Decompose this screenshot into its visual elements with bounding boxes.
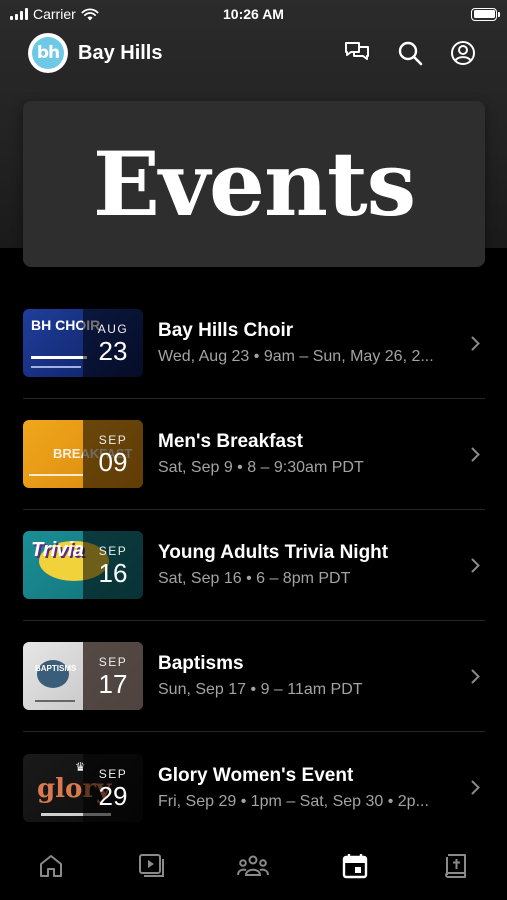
carrier-label: Carrier: [33, 6, 76, 22]
signal-icon: [10, 8, 28, 20]
wifi-icon: [81, 8, 99, 20]
date-overlay: SEP 29: [83, 753, 143, 822]
tab-bar: [0, 842, 507, 900]
groups-tab[interactable]: [233, 846, 273, 886]
event-thumbnail: glory ♛ SEP 29: [23, 753, 143, 822]
thumbnail-caption: [29, 474, 83, 476]
thumbnail-caption: [31, 366, 81, 368]
event-title: Men's Breakfast: [158, 431, 303, 452]
event-month: AUG: [97, 322, 129, 336]
event-thumbnail: BAPTISMS SEP 17: [23, 642, 143, 710]
event-month: SEP: [98, 433, 128, 447]
banner-title: Events: [92, 132, 416, 236]
event-list: BH CHOIR AUG 23 Bay Hills Choir Wed, Aug…: [23, 288, 485, 843]
chevron-right-icon: [465, 780, 485, 795]
event-month: SEP: [98, 766, 128, 781]
bible-icon: [445, 854, 467, 878]
event-text: Glory Women's Event Fri, Sep 29 • 1pm – …: [158, 765, 457, 811]
chevron-right-icon: [465, 558, 485, 573]
chat-icon[interactable]: [341, 37, 373, 69]
logo-text: bh: [32, 37, 64, 69]
chevron-right-icon: [465, 669, 485, 684]
home-icon: [39, 855, 62, 877]
event-text: Men's Breakfast Sat, Sep 9 • 8 – 9:30am …: [158, 431, 457, 477]
media-tab[interactable]: [132, 846, 172, 886]
event-row[interactable]: glory ♛ SEP 29 Glory Women's Event Fri, …: [23, 732, 485, 843]
home-tab[interactable]: [31, 846, 71, 886]
event-title: Bay Hills Choir: [158, 320, 294, 341]
thumbnail-caption: [35, 700, 75, 702]
event-thumbnail: Trivia SEP 16: [23, 531, 143, 599]
event-text: Young Adults Trivia Night Sat, Sep 16 • …: [158, 542, 457, 588]
events-tab[interactable]: [335, 846, 375, 886]
event-title: Glory Women's Event: [158, 764, 354, 786]
event-day: 09: [98, 447, 128, 477]
event-day: 29: [98, 780, 128, 811]
chevron-right-icon: [465, 336, 485, 351]
event-datetime: Sat, Sep 9 • 8 – 9:30am PDT: [158, 459, 364, 476]
event-day: 23: [98, 336, 128, 366]
event-datetime: Sat, Sep 16 • 6 – 8pm PDT: [158, 570, 351, 587]
profile-icon[interactable]: [447, 37, 479, 69]
thumbnail-text: Trivia: [31, 539, 84, 561]
event-datetime: Sun, Sep 17 • 9 – 11am PDT: [158, 681, 363, 698]
status-left: Carrier: [10, 6, 99, 22]
event-day: 16: [98, 558, 128, 588]
event-datetime: Wed, Aug 23 • 9am – Sun, May 26, 2...: [158, 348, 434, 365]
event-month: SEP: [98, 655, 128, 669]
event-row[interactable]: Trivia SEP 16 Young Adults Trivia Night …: [23, 510, 485, 621]
event-text: Bay Hills Choir Wed, Aug 23 • 9am – Sun,…: [158, 320, 457, 366]
header-actions: [341, 37, 479, 69]
event-title: Young Adults Trivia Night: [158, 542, 389, 563]
date-overlay: AUG 23: [83, 309, 143, 377]
event-row[interactable]: BAPTISMS SEP 17 Baptisms Sun, Sep 17 • 9…: [23, 621, 485, 732]
status-bar: Carrier 10:26 AM: [0, 0, 507, 28]
battery-icon: [471, 7, 500, 21]
media-icon: [139, 854, 165, 877]
event-row[interactable]: BREAKFAST SEP 09 Men's Breakfast Sat, Se…: [23, 399, 485, 510]
bible-tab[interactable]: [436, 846, 476, 886]
chevron-right-icon: [465, 447, 485, 462]
thumbnail-stripe: [31, 356, 87, 359]
event-thumbnail: BREAKFAST SEP 09: [23, 420, 143, 488]
thumbnail-text: BAPTISMS: [35, 664, 77, 673]
calendar-icon: [342, 854, 368, 879]
event-month: SEP: [98, 544, 128, 558]
app-header: bh Bay Hills: [0, 30, 507, 76]
groups-icon: [237, 855, 270, 876]
app-name: Bay Hills: [78, 41, 163, 64]
event-row[interactable]: BH CHOIR AUG 23 Bay Hills Choir Wed, Aug…: [23, 288, 485, 399]
event-text: Baptisms Sun, Sep 17 • 9 – 11am PDT: [158, 653, 457, 699]
event-day: 17: [98, 669, 128, 699]
app-logo[interactable]: bh: [28, 33, 68, 73]
event-thumbnail: BH CHOIR AUG 23: [23, 309, 143, 377]
date-overlay: SEP 16: [83, 531, 143, 599]
date-overlay: SEP 17: [83, 642, 143, 710]
event-title: Baptisms: [158, 653, 244, 674]
event-datetime: Fri, Sep 29 • 1pm – Sat, Sep 30 • 2p...: [158, 792, 429, 810]
date-overlay: SEP 09: [83, 420, 143, 488]
events-banner: Events: [23, 101, 485, 267]
search-icon[interactable]: [394, 37, 426, 69]
